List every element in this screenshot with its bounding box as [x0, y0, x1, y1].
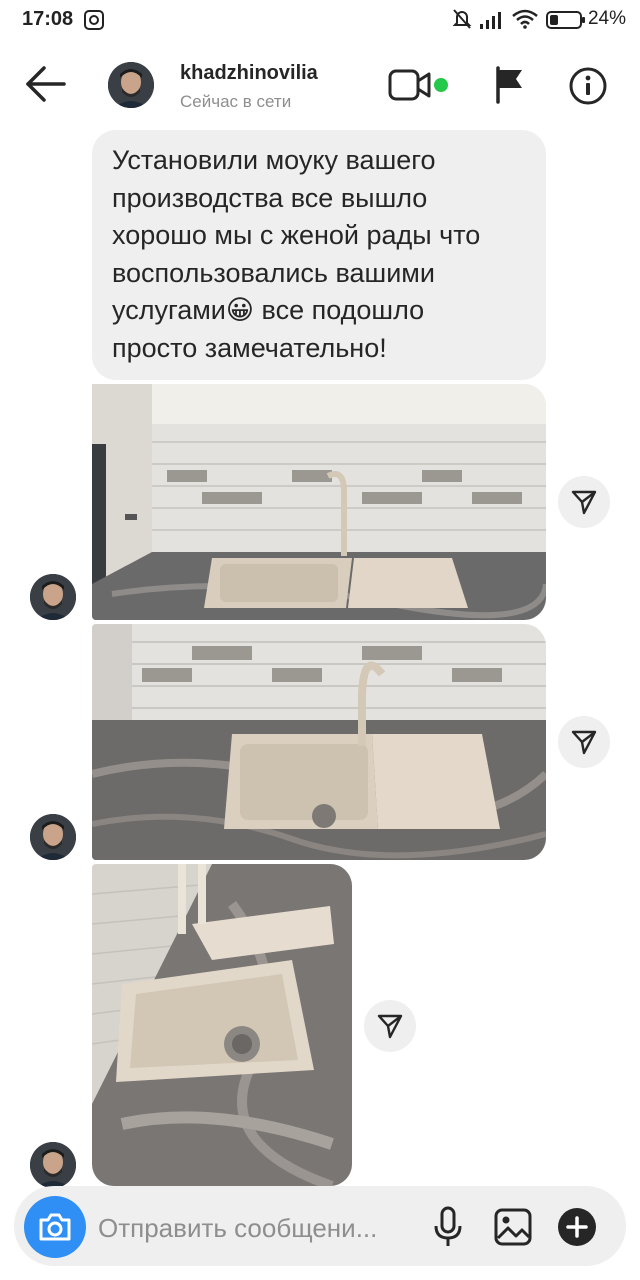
message-input[interactable] [98, 1208, 418, 1248]
header-avatar[interactable] [108, 62, 154, 108]
battery-percent: 24% [587, 8, 626, 29]
mute-icon [452, 9, 472, 29]
share-icon [571, 490, 597, 515]
info-icon[interactable] [568, 66, 608, 106]
chat-username[interactable]: khadzhinovilia [180, 62, 318, 85]
share-button-3[interactable] [364, 1000, 416, 1052]
share-icon [377, 1014, 403, 1039]
add-button[interactable] [556, 1206, 598, 1248]
message-text: Установили моуку вашего производства все… [112, 142, 532, 367]
sender-avatar[interactable] [30, 1142, 76, 1188]
camera-button[interactable] [24, 1196, 86, 1258]
plus-icon [558, 1208, 596, 1246]
sink-photo-1[interactable] [92, 384, 546, 620]
gallery-icon [494, 1208, 532, 1246]
microphone-icon [434, 1206, 462, 1246]
presence-status: Сейчас в сети [180, 92, 292, 111]
sender-avatar[interactable] [30, 574, 76, 620]
online-indicator [434, 78, 448, 92]
battery-icon [546, 11, 585, 29]
gallery-button[interactable] [492, 1206, 534, 1248]
wifi-icon [512, 9, 538, 29]
flag-icon[interactable] [494, 66, 526, 104]
share-button-1[interactable] [558, 476, 610, 528]
microphone-button[interactable] [428, 1204, 468, 1250]
sink-photo-3[interactable] [92, 864, 352, 1186]
sink-photo-2[interactable] [92, 624, 546, 860]
sender-avatar[interactable] [30, 814, 76, 860]
screen-record-icon [84, 10, 104, 30]
share-icon [571, 730, 597, 755]
back-arrow-icon[interactable] [24, 64, 66, 104]
camera-icon [39, 1213, 71, 1241]
signal-icon [480, 12, 501, 29]
grinning-face-emoji: 😀 [225, 295, 255, 325]
video-call-icon[interactable] [388, 68, 432, 102]
status-time: 17:08 [22, 8, 74, 30]
share-button-2[interactable] [558, 716, 610, 768]
